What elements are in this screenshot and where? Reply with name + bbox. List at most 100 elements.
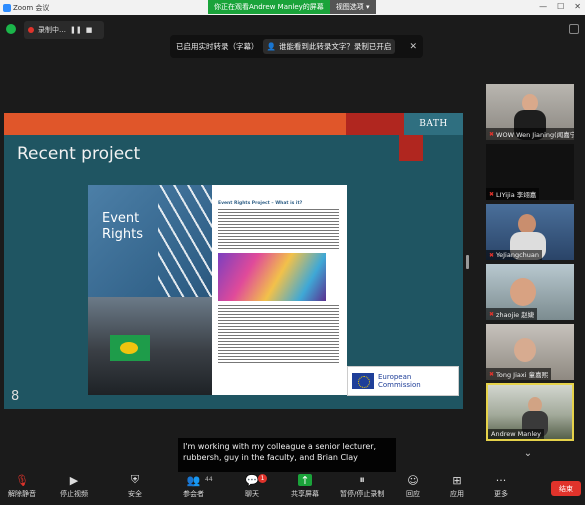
- more-button[interactable]: ··· 更多: [494, 474, 508, 499]
- reactions-label: 回应: [406, 490, 420, 498]
- security-button[interactable]: ⛨ 安全: [128, 473, 142, 499]
- participant-tile[interactable]: ✖ WOW Wen Jianing(闻嘉宁): [486, 84, 574, 140]
- participant-face: [514, 338, 536, 362]
- participant-name: zhaojie 赵婕: [496, 311, 535, 319]
- slide-header-band: [4, 113, 346, 135]
- panel-resize-handle[interactable]: [466, 255, 469, 269]
- eu-logo-line2: Commission: [378, 381, 421, 389]
- pause-recording-button[interactable]: ⏸ 暂停/停止录制: [340, 473, 385, 499]
- stadium-photo: [88, 297, 212, 395]
- brochure-text-block: [218, 305, 339, 365]
- slide-accent-square: [399, 135, 423, 161]
- unmute-label: 解除静音: [8, 490, 36, 498]
- participants-count: 44: [205, 476, 213, 483]
- minimize-icon[interactable]: —: [539, 2, 547, 11]
- participants-label: 参会者: [183, 490, 204, 498]
- transcript-info-button[interactable]: 👤 谁能看到此转录文字？录制已开启: [262, 39, 396, 54]
- shared-slide: BATH Recent project Event Rights Event R…: [4, 113, 463, 409]
- participant-tile[interactable]: ✖ zhaojie 赵婕: [486, 264, 574, 320]
- participants-button[interactable]: 👥 参会者: [183, 474, 204, 499]
- muted-mic-icon: ✖: [489, 370, 495, 378]
- zoom-window: Zoom 会议 你正在观看Andrew Manley的屏幕 视图选项 ▾ — ☐…: [0, 0, 585, 505]
- eu-logo-line1: European: [378, 373, 412, 381]
- shield-icon: ⛨: [130, 473, 140, 486]
- participant-name: LIYijia 李翊嘉: [496, 191, 537, 199]
- participant-name: WOW Wen Jianing(闻嘉宁): [496, 131, 574, 139]
- share-banner: 你正在观看Andrew Manley的屏幕 视图选项 ▾: [208, 0, 376, 14]
- participant-name: YeJiangchuan: [496, 251, 540, 259]
- share-screen-button[interactable]: ↑ 共享屏幕: [291, 474, 319, 499]
- participant-name: Tong Jiaxi 童嘉熙: [496, 371, 549, 379]
- pause-recording-icon[interactable]: ❚❚: [70, 26, 82, 34]
- live-caption: I'm working with my colleague a senior l…: [178, 438, 396, 472]
- pause-record-icon: ⏸: [359, 473, 365, 486]
- pause-recording-label: 暂停/停止录制: [340, 490, 385, 498]
- active-speaker-tile[interactable]: Andrew Manley: [486, 383, 574, 441]
- transcript-status: 已启用实时转录（字幕）: [176, 42, 259, 51]
- brochure-cover: Event Rights: [88, 185, 212, 395]
- video-camera-icon: ▶: [69, 473, 79, 487]
- transcript-prompt: 谁能看到此转录文字？录制已开启: [278, 42, 392, 51]
- reactions-button[interactable]: ☺ 回应: [406, 474, 420, 499]
- smiley-icon: ☺: [407, 473, 419, 487]
- view-options-button[interactable]: 视图选项 ▾: [329, 0, 376, 14]
- app-title: Zoom 会议: [3, 3, 49, 13]
- close-window-icon[interactable]: ✕: [574, 2, 581, 11]
- more-label: 更多: [494, 490, 508, 498]
- festival-photo: [218, 253, 326, 301]
- person-icon: 👤: [266, 42, 276, 51]
- chat-unread-badge: 1: [258, 474, 267, 483]
- slide-header-accent: [346, 113, 404, 135]
- more-dots-icon: ···: [495, 473, 507, 487]
- apps-icon: ⊞: [452, 473, 462, 487]
- stop-video-label: 停止视频: [60, 490, 88, 498]
- window-controls: — ☐ ✕: [539, 2, 581, 11]
- chat-label: 聊天: [245, 490, 259, 498]
- share-screen-icon: ↑: [298, 474, 312, 487]
- record-dot-icon: [28, 27, 34, 33]
- apps-label: 应用: [450, 490, 464, 498]
- participant-tile[interactable]: ✖ LIYijia 李翊嘉: [486, 144, 574, 200]
- muted-mic-icon: ✖: [489, 251, 495, 259]
- muted-microphone-icon: 🎙: [15, 473, 29, 487]
- slide-page-number: 8: [11, 389, 20, 404]
- fullscreen-icon[interactable]: [569, 24, 579, 34]
- participant-face: [510, 278, 536, 306]
- unmute-button[interactable]: 🎙 解除静音: [8, 474, 36, 499]
- participant-name: Andrew Manley: [491, 430, 541, 438]
- muted-mic-icon: ✖: [489, 190, 495, 198]
- window-title: Zoom 会议: [13, 4, 50, 12]
- participant-tile[interactable]: ✖ YeJiangchuan: [486, 204, 574, 260]
- maximize-icon[interactable]: ☐: [557, 2, 564, 11]
- zoom-logo-icon: [3, 4, 11, 12]
- stop-recording-icon[interactable]: ■: [86, 26, 93, 34]
- apps-button[interactable]: ⊞ 应用: [450, 474, 464, 499]
- brochure-image: Event Rights Event Rights Project – What…: [88, 185, 347, 395]
- recording-indicator: 录制中… ❚❚ ■: [24, 21, 104, 39]
- transcript-banner: 已启用实时转录（字幕） 👤 谁能看到此转录文字？录制已开启 ✕: [170, 35, 423, 58]
- university-logo: BATH: [404, 113, 463, 135]
- chat-bubble-icon: 💬: [245, 473, 259, 487]
- brazil-flag-graphic: [110, 335, 150, 361]
- end-meeting-button[interactable]: 结束: [551, 481, 581, 496]
- muted-mic-icon: ✖: [489, 310, 495, 318]
- recording-label: 录制中…: [38, 26, 66, 34]
- brochure-cover-title: Event Rights: [102, 211, 144, 242]
- title-bar: Zoom 会议 你正在观看Andrew Manley的屏幕 视图选项 ▾ — ☐…: [0, 0, 585, 15]
- security-shield-icon[interactable]: [6, 24, 16, 34]
- security-label: 安全: [128, 490, 142, 498]
- slide-title: Recent project: [17, 144, 141, 164]
- close-icon[interactable]: ✕: [409, 42, 417, 52]
- brochure-text-block: [218, 209, 339, 249]
- people-icon: 👥: [186, 473, 201, 487]
- share-screen-label: 共享屏幕: [291, 490, 319, 498]
- eu-flag-icon: [352, 373, 374, 389]
- participant-face: [518, 214, 536, 234]
- brochure-page-title: Event Rights Project – What is it?: [218, 201, 303, 206]
- brochure-page: Event Rights Project – What is it?: [218, 185, 347, 395]
- gallery-scroll-down-icon[interactable]: ⌄: [520, 448, 536, 460]
- chat-button[interactable]: 💬 聊天: [245, 474, 259, 499]
- stop-video-button[interactable]: ▶ 停止视频: [60, 474, 88, 499]
- participant-tile[interactable]: ✖ Tong Jiaxi 童嘉熙: [486, 324, 574, 380]
- muted-mic-icon: ✖: [489, 130, 495, 138]
